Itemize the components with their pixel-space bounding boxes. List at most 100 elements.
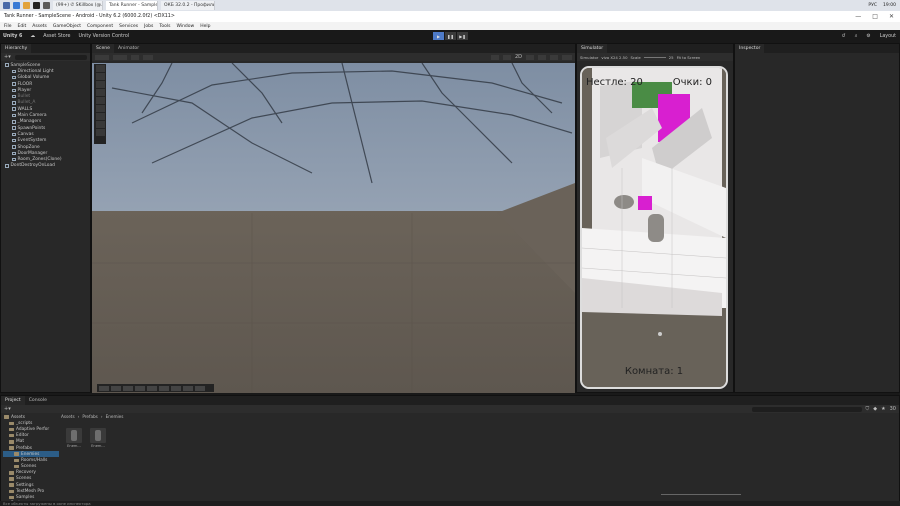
project-search-input[interactable] bbox=[751, 406, 862, 412]
settings-gear-icon[interactable]: ⚙ bbox=[866, 34, 870, 39]
menu-gameobject[interactable]: GameObject bbox=[53, 24, 81, 29]
project-add-icon[interactable]: +▾ bbox=[4, 406, 11, 412]
rect-tool-icon[interactable] bbox=[95, 105, 105, 112]
star-icon[interactable]: ★ bbox=[881, 406, 885, 412]
fit-to-screen-button[interactable]: Fit to Screen bbox=[677, 55, 701, 60]
effects-icon[interactable] bbox=[550, 54, 558, 60]
breadcrumb-enemies[interactable]: Enemies bbox=[106, 414, 124, 421]
language-indicator[interactable]: РУС bbox=[868, 3, 877, 8]
breadcrumb-assets[interactable]: Assets bbox=[61, 414, 75, 421]
gameobject-icon bbox=[12, 145, 16, 149]
custom-tool-icon[interactable] bbox=[95, 121, 105, 128]
gizmos-icon[interactable] bbox=[562, 54, 572, 60]
snap-increment[interactable] bbox=[143, 54, 153, 60]
clock[interactable]: 19:00 bbox=[883, 3, 896, 8]
folder-icon bbox=[9, 427, 14, 432]
scale-tool-icon[interactable] bbox=[95, 97, 105, 104]
asset-item[interactable]: Enem... bbox=[89, 428, 107, 448]
overlay-tool-6[interactable] bbox=[159, 385, 169, 391]
account-dropdown[interactable]: Unity 6 bbox=[3, 34, 22, 39]
menu-file[interactable]: File bbox=[4, 24, 12, 29]
cloud-icon[interactable]: ☁ bbox=[30, 34, 35, 39]
device-screen[interactable]: Нестле: 20 Очки: 0 Комната: 1 bbox=[580, 66, 728, 389]
browser-tab-2[interactable]: Tank Runner - Sample... bbox=[106, 1, 158, 10]
audio-icon[interactable] bbox=[538, 54, 546, 60]
menu-tools[interactable]: Tools bbox=[159, 24, 170, 29]
tab-hierarchy[interactable]: Hierarchy bbox=[1, 44, 32, 53]
hud-room: Комната: 1 bbox=[624, 366, 684, 377]
asset-item[interactable]: Enem... bbox=[65, 428, 83, 448]
move-tool-icon[interactable] bbox=[95, 81, 105, 88]
menu-edit[interactable]: Edit bbox=[18, 24, 27, 29]
scene-viewport[interactable] bbox=[92, 63, 575, 393]
overlay-tool-8[interactable] bbox=[183, 385, 193, 391]
device-dropdown[interactable]: vivo X24 2.50 bbox=[601, 55, 627, 60]
search-icon[interactable] bbox=[13, 2, 20, 9]
tab-scene[interactable]: Scene bbox=[92, 44, 115, 53]
add-icon[interactable]: +▾ bbox=[4, 54, 11, 60]
shading-icon[interactable] bbox=[502, 54, 511, 60]
tab-simulator[interactable]: Simulator bbox=[577, 44, 608, 53]
menu-component[interactable]: Component bbox=[87, 24, 113, 29]
hierarchy-item[interactable]: DontDestroyOnLoad bbox=[3, 163, 88, 169]
breadcrumb: Assets › Prefabs › Enemies bbox=[61, 414, 124, 421]
overlay-tool-2[interactable] bbox=[111, 385, 121, 391]
grid-snap-button[interactable] bbox=[131, 54, 139, 60]
pivot-dropdown[interactable] bbox=[95, 54, 109, 60]
tab-animator[interactable]: Animator bbox=[114, 44, 143, 53]
overlay-tool-1[interactable] bbox=[99, 385, 109, 391]
draw-mode-icon[interactable] bbox=[490, 54, 499, 60]
tab-inspector[interactable]: Inspector bbox=[735, 44, 765, 53]
terminal-icon[interactable] bbox=[33, 2, 40, 9]
windows-start-icon[interactable] bbox=[3, 2, 10, 9]
play-button[interactable]: ▶ bbox=[433, 32, 444, 40]
simulator-toolbar: Simulator vivo X24 2.50 Scale 25 Fit to … bbox=[577, 53, 733, 61]
maximize-button[interactable]: □ bbox=[872, 13, 878, 20]
menu-jobs[interactable]: Jobs bbox=[144, 24, 153, 29]
menu-help[interactable]: Help bbox=[200, 24, 210, 29]
global-dropdown[interactable] bbox=[113, 54, 127, 60]
folder-label: Assets bbox=[11, 414, 25, 420]
2d-toggle[interactable]: 2D bbox=[515, 54, 522, 60]
menu-services[interactable]: Services bbox=[119, 24, 138, 29]
close-button[interactable]: ✕ bbox=[889, 13, 894, 20]
hand-tool-icon[interactable] bbox=[95, 73, 105, 80]
pause-button[interactable]: ❚❚ bbox=[445, 32, 456, 40]
gameobject-icon bbox=[5, 63, 9, 67]
tab-console[interactable]: Console bbox=[25, 396, 51, 405]
overlay-tool-3[interactable] bbox=[123, 385, 133, 391]
version-control-button[interactable]: Unity Version Control bbox=[79, 34, 130, 39]
view-tool-icon[interactable] bbox=[95, 65, 105, 72]
overlay-tool-4[interactable] bbox=[135, 385, 145, 391]
browser-tab-1[interactable]: (99+) ✆ SKillbox (@... bbox=[53, 1, 103, 10]
folder-label: Rooms/Halls bbox=[21, 457, 48, 463]
search-icon-toolbar[interactable]: ⌕ bbox=[855, 33, 858, 39]
tab-project[interactable]: Project bbox=[1, 396, 25, 405]
transform-tool-icon[interactable] bbox=[95, 113, 105, 120]
label-icon[interactable]: ◆ bbox=[873, 406, 877, 412]
asset-store-button[interactable]: Asset Store bbox=[43, 34, 70, 39]
breadcrumb-prefabs[interactable]: Prefabs bbox=[82, 414, 98, 421]
hierarchy-search-input[interactable] bbox=[14, 54, 87, 60]
rotate-tool-icon[interactable] bbox=[95, 89, 105, 96]
undo-history-icon[interactable]: ↺ bbox=[842, 34, 846, 39]
unity-hub-icon[interactable] bbox=[43, 2, 50, 9]
minimize-button[interactable]: — bbox=[855, 13, 861, 20]
lighting-icon[interactable] bbox=[526, 54, 534, 60]
overlay-tool-5[interactable] bbox=[147, 385, 157, 391]
simulator-mode-dropdown[interactable]: Simulator bbox=[580, 55, 598, 60]
filter-icon[interactable]: ⛉ bbox=[866, 406, 870, 412]
hierarchy-panel: Hierarchy +▾ SampleScene Directional Ligh… bbox=[0, 43, 91, 393]
inspector-panel: Inspector bbox=[734, 43, 900, 393]
folder-icon[interactable] bbox=[23, 2, 30, 9]
extra-tool-icon[interactable] bbox=[95, 129, 105, 136]
overlay-tool-9[interactable] bbox=[195, 385, 205, 391]
step-button[interactable]: ▶❚ bbox=[457, 32, 468, 40]
scale-slider[interactable] bbox=[643, 56, 666, 58]
overlay-tool-7[interactable] bbox=[171, 385, 181, 391]
thumbnail-size-slider[interactable] bbox=[661, 494, 741, 495]
menu-assets[interactable]: Assets bbox=[32, 24, 47, 29]
browser-tab-3[interactable]: ОКБ 32.0.2 - Профиль... bbox=[161, 1, 215, 10]
layout-dropdown[interactable]: Layout bbox=[880, 34, 896, 39]
menu-window[interactable]: Window bbox=[176, 24, 194, 29]
